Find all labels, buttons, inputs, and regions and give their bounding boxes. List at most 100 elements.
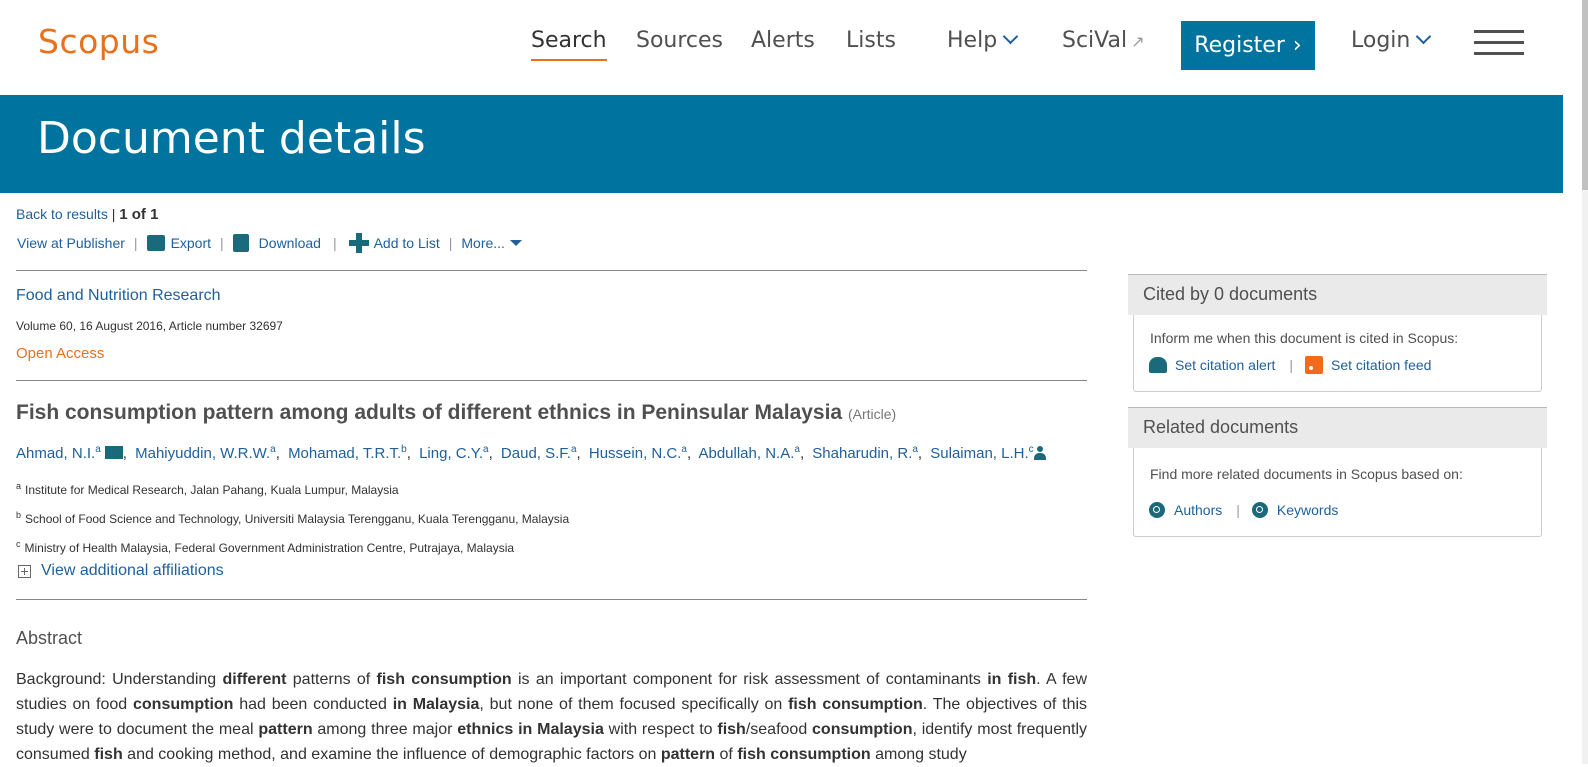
- page-banner: Document details: [0, 95, 1563, 193]
- add-icon: [348, 233, 369, 253]
- author-name: Daud, S.F.: [500, 445, 571, 462]
- set-citation-feed-link[interactable]: Set citation feed: [1331, 357, 1431, 373]
- hamburger-line: [1474, 30, 1524, 33]
- author-link[interactable]: Sulaiman, L.H.c: [930, 444, 1033, 462]
- register-button[interactable]: Register ›: [1181, 21, 1315, 70]
- separator: |: [1289, 357, 1294, 373]
- author-list: Ahmad, N.I.a, Mahiyuddin, W.R.W.a, Moham…: [16, 444, 1046, 462]
- journal-link[interactable]: Food and Nutrition Research: [16, 287, 221, 305]
- affiliation-sup: a: [570, 444, 577, 455]
- separator: |: [332, 235, 337, 251]
- abstract-highlight: pattern: [258, 721, 313, 738]
- document-title-text: Fish consumption pattern among adults of…: [16, 401, 843, 424]
- author-link[interactable]: Hussein, N.C.a: [588, 444, 687, 462]
- author-link[interactable]: Daud, S.F.a: [500, 444, 577, 462]
- search-icon: [1251, 502, 1268, 518]
- view-additional-affiliations[interactable]: View additional affiliations: [18, 562, 224, 580]
- affiliation-text: Ministry of Health Malaysia, Federal Gov…: [24, 541, 515, 555]
- author-name: Mohamad, T.R.T.: [288, 445, 402, 462]
- abstract-segment: , but none of them focused specifically …: [479, 696, 789, 713]
- rss-feed-icon: [1305, 356, 1324, 374]
- abstract-highlight: fish: [94, 746, 123, 763]
- back-to-results-link[interactable]: Back to results: [16, 206, 108, 222]
- comma: ,: [799, 445, 805, 462]
- author-link[interactable]: Shaharudin, R.a: [812, 444, 918, 462]
- nav-search[interactable]: Search: [531, 28, 607, 61]
- nav-sources[interactable]: Sources: [636, 28, 723, 53]
- document-actions: View at Publisher | Export | Download | …: [17, 233, 522, 253]
- author-name: Mahiyuddin, W.R.W.: [135, 445, 271, 462]
- divider: [16, 270, 1087, 271]
- document-title: Fish consumption pattern among adults of…: [16, 401, 896, 425]
- export-link[interactable]: Export: [171, 235, 211, 251]
- download-link[interactable]: Download: [259, 235, 321, 251]
- abstract-segment: among study: [870, 746, 967, 763]
- abstract-highlight: fish: [717, 721, 746, 738]
- hamburger-menu-icon[interactable]: [1474, 30, 1524, 56]
- scrollbar-thumb[interactable]: [1582, 0, 1588, 190]
- nav-scival[interactable]: SciVal ↗: [1062, 28, 1145, 53]
- author-name: Shaharudin, R.: [812, 445, 913, 462]
- view-affiliations-label: View additional affiliations: [41, 562, 224, 579]
- abstract-segment: had been conducted: [233, 696, 393, 713]
- scrollbar[interactable]: [1582, 0, 1588, 764]
- abstract-segment: with respect to: [603, 721, 718, 738]
- related-documents-panel: Find more related documents in Scopus ba…: [1133, 448, 1542, 537]
- nav-help-label: Help: [947, 28, 998, 53]
- scopus-logo[interactable]: Scopus: [38, 22, 159, 61]
- abstract-highlight: fish consumption: [788, 696, 923, 713]
- external-link-icon: ↗: [1131, 32, 1145, 51]
- view-at-publisher-link[interactable]: View at Publisher: [17, 235, 125, 251]
- hamburger-line: [1474, 41, 1524, 44]
- author-name: Hussein, N.C.: [588, 445, 682, 462]
- author-name: Abdullah, N.A.: [698, 445, 795, 462]
- export-icon: [146, 235, 165, 251]
- abstract-highlight: in Malaysia: [392, 696, 480, 713]
- chevron-down-icon: [1416, 28, 1432, 45]
- cited-by-panel: Inform me when this document is cited in…: [1133, 315, 1542, 392]
- affiliation-sup: a: [95, 444, 101, 455]
- comma: ,: [576, 445, 581, 462]
- related-keywords-link[interactable]: Keywords: [1277, 502, 1338, 518]
- person-icon: [1033, 446, 1046, 460]
- abstract-highlight: in fish: [987, 671, 1037, 688]
- abstract-highlight: ethnics in Malaysia: [457, 721, 604, 738]
- nav-scival-label: SciVal: [1062, 28, 1128, 53]
- affiliation-text: School of Food Science and Technology, U…: [25, 512, 570, 526]
- related-info: Find more related documents in Scopus ba…: [1150, 466, 1463, 482]
- affiliation: a Institute for Medical Research, Jalan P…: [16, 481, 399, 497]
- author-link[interactable]: Ahmad, N.I.a: [16, 444, 101, 462]
- add-to-list-link[interactable]: Add to List: [374, 235, 440, 251]
- document-type: (Article): [847, 406, 897, 422]
- email-icon[interactable]: [104, 446, 123, 459]
- comma: ,: [122, 445, 132, 462]
- nav-help[interactable]: Help: [947, 28, 1019, 53]
- related-authors-link[interactable]: Authors: [1174, 502, 1222, 518]
- expand-icon: [18, 564, 31, 578]
- chevron-down-icon: [1002, 28, 1019, 45]
- affiliation-sup: a: [16, 481, 22, 491]
- abstract-segment: among three major: [312, 721, 458, 738]
- results-nav: Back to results | 1 of 1: [16, 206, 158, 223]
- cited-by-header: Cited by 0 documents: [1128, 274, 1547, 315]
- comma: ,: [275, 445, 280, 462]
- cited-by-heading: Cited by 0 documents: [1143, 284, 1318, 304]
- author-link[interactable]: Mahiyuddin, W.R.W.a: [135, 444, 276, 462]
- divider: [16, 380, 1087, 381]
- separator: |: [448, 235, 453, 251]
- nav-alerts[interactable]: Alerts: [751, 28, 815, 53]
- affiliation-text: Institute for Medical Research, Jalan Pa…: [25, 483, 399, 497]
- nav-lists[interactable]: Lists: [846, 28, 896, 53]
- more-menu[interactable]: More...: [461, 235, 505, 251]
- abstract-highlight: pattern: [660, 746, 716, 763]
- register-label: Register: [1194, 33, 1285, 58]
- open-access-badge: Open Access: [16, 345, 105, 362]
- top-navigation-bar: Scopus Search Sources Alerts Lists Help …: [0, 0, 1568, 95]
- author-link[interactable]: Abdullah, N.A.a: [698, 444, 799, 462]
- author-link[interactable]: Mohamad, T.R.T.b: [288, 444, 407, 462]
- abstract-highlight: fish consumption: [376, 671, 512, 688]
- author-link[interactable]: Ling, C.Y.a: [419, 444, 489, 462]
- affiliation-sup: b: [16, 510, 22, 520]
- set-citation-alert-link[interactable]: Set citation alert: [1175, 357, 1275, 373]
- login-menu[interactable]: Login: [1351, 28, 1432, 53]
